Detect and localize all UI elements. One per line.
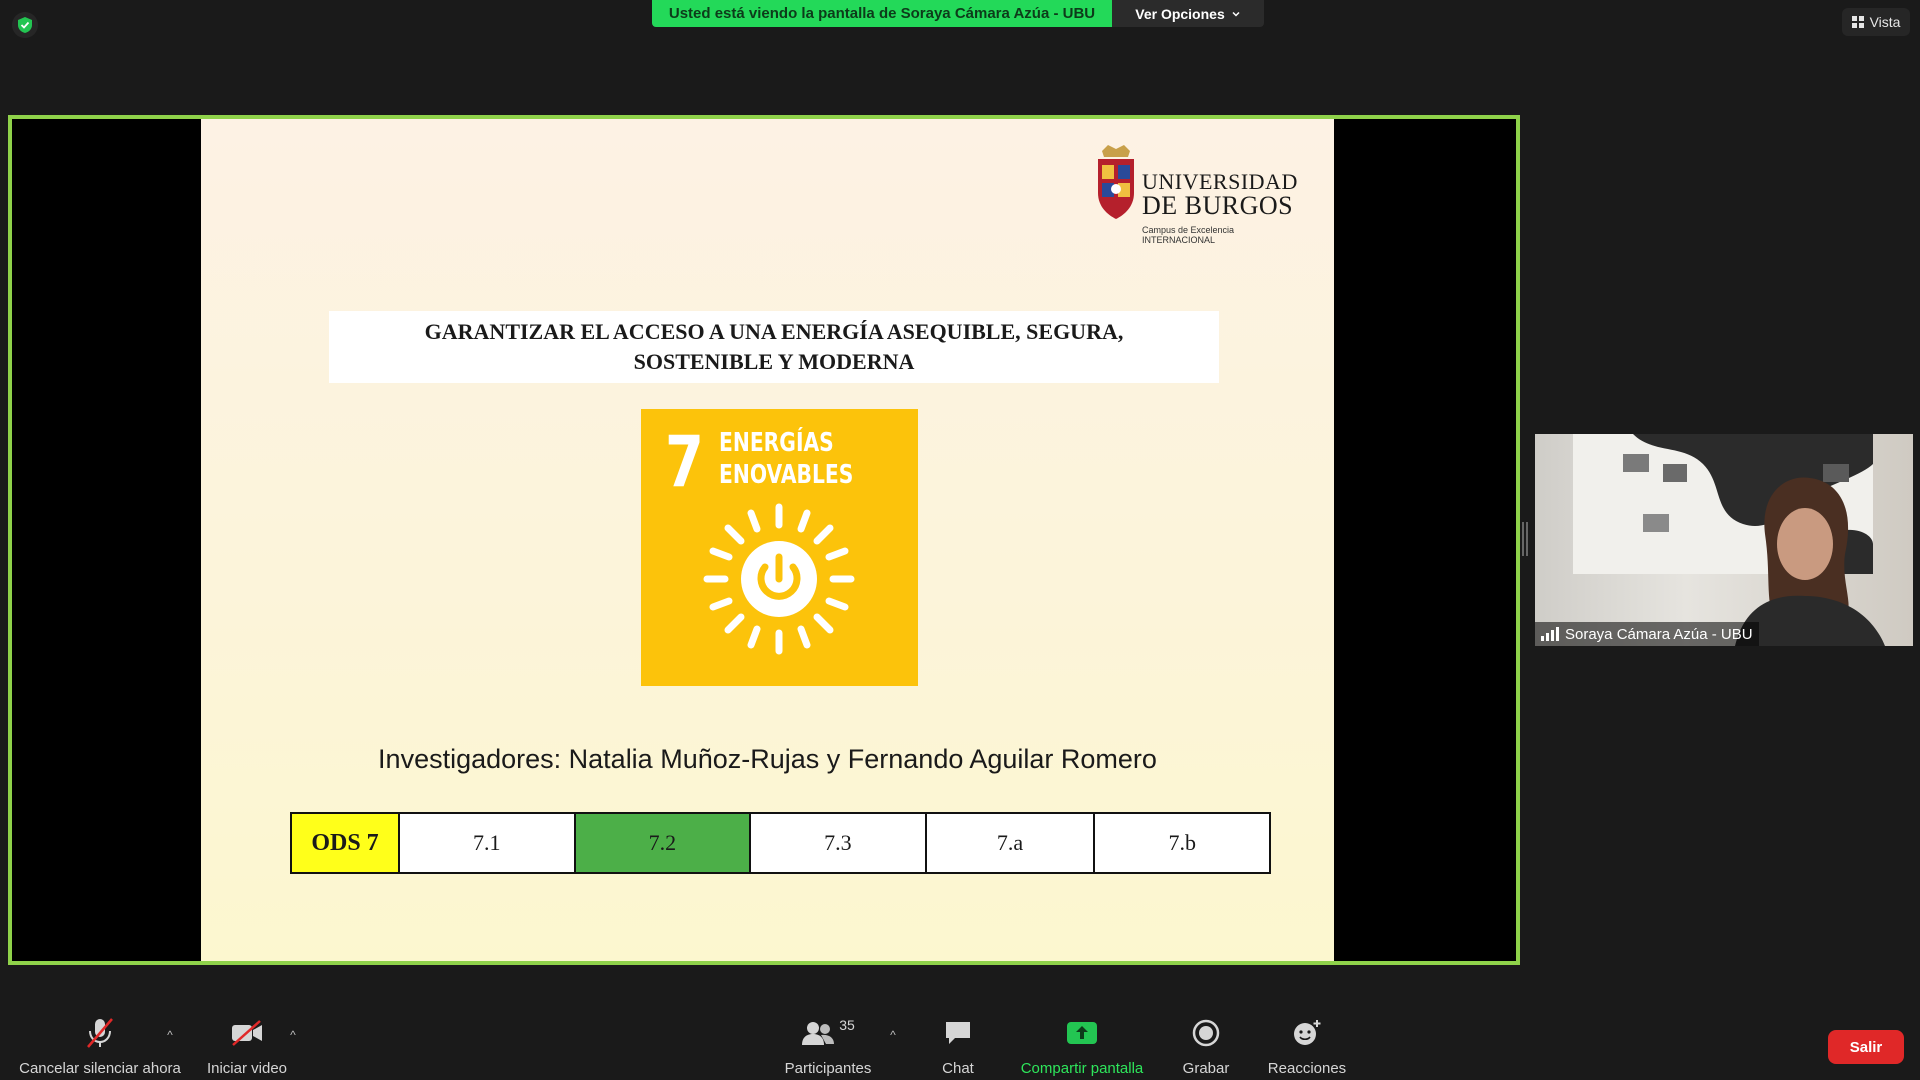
sun-power-icon bbox=[703, 503, 855, 655]
reactions-button[interactable]: Reacciones bbox=[1264, 1017, 1350, 1077]
audio-options-caret[interactable]: ^ bbox=[162, 1027, 178, 1043]
reactions-label: Reacciones bbox=[1267, 1060, 1347, 1077]
participants-label: Participantes bbox=[784, 1060, 872, 1077]
participant-name-tag: Soraya Cámara Azúa - UBU bbox=[1535, 622, 1759, 646]
ods-targets-table: ODS 7 7.1 7.2 7.3 7.a 7.b bbox=[290, 812, 1271, 874]
shared-screen[interactable]: UNIVERSIDAD DE BURGOS Campus de Excelenc… bbox=[8, 115, 1520, 965]
record-label: Grabar bbox=[1182, 1060, 1230, 1077]
grid-icon bbox=[1851, 16, 1864, 28]
top-bar: Usted está viendo la pantalla de Soraya … bbox=[0, 0, 1920, 60]
logo-subtitle: Campus de Excelencia INTERNACIONAL bbox=[1142, 225, 1235, 245]
share-screen-icon bbox=[1067, 1022, 1097, 1044]
share-screen-label: Compartir pantalla bbox=[1020, 1060, 1144, 1077]
view-layout-label: Vista bbox=[1869, 14, 1901, 30]
slide-title-line2: SOSTENIBLE Y MODERNA bbox=[633, 349, 915, 374]
slide-title-line1: GARANTIZAR EL ACCESO A UNA ENERGÍA ASEQU… bbox=[424, 319, 1124, 344]
sdg-name: ENERGÍAS ENOVABLES bbox=[719, 427, 853, 491]
participant-person bbox=[1735, 477, 1885, 646]
view-layout-button[interactable]: Vista bbox=[1842, 8, 1910, 36]
participants-options-caret[interactable]: ^ bbox=[885, 1027, 901, 1043]
record-icon bbox=[1192, 1019, 1220, 1047]
participants-count: 35 bbox=[839, 1017, 855, 1033]
view-options-button[interactable]: Ver Opciones bbox=[1112, 0, 1264, 27]
slide-title: GARANTIZAR EL ACCESO A UNA ENERGÍA ASEQU… bbox=[329, 311, 1219, 383]
sdg-name-line2: ENOVABLES bbox=[719, 460, 854, 490]
panel-resize-handle[interactable] bbox=[1522, 522, 1528, 556]
connection-signal-icon bbox=[1541, 627, 1559, 641]
target-cell: 7.a bbox=[924, 812, 1096, 874]
microphone-muted-icon bbox=[87, 1018, 113, 1048]
target-cell: 7.1 bbox=[398, 812, 576, 874]
record-button[interactable]: Grabar bbox=[1176, 1017, 1236, 1077]
participants-icon bbox=[802, 1022, 835, 1045]
sdg-number: 7 bbox=[665, 421, 704, 503]
video-options-caret[interactable]: ^ bbox=[285, 1027, 301, 1043]
video-camera-off-icon bbox=[232, 1020, 262, 1046]
logo-text-line2: DE BURGOS bbox=[1142, 191, 1294, 220]
start-video-button[interactable]: Iniciar video bbox=[200, 1017, 294, 1077]
emoji-reaction-icon bbox=[1294, 1020, 1321, 1045]
sdg-name-line1: ENERGÍAS bbox=[719, 428, 834, 458]
participants-button[interactable]: 35 Participantes bbox=[778, 1017, 878, 1077]
sdg-7-tile: 7 ENERGÍAS ENOVABLES bbox=[641, 409, 918, 686]
chat-label: Chat bbox=[942, 1060, 974, 1077]
table-row: ODS 7 7.1 7.2 7.3 7.a 7.b bbox=[290, 812, 1271, 874]
target-cell-active: 7.2 bbox=[573, 812, 752, 874]
university-crest-icon bbox=[1098, 145, 1134, 219]
university-logo: UNIVERSIDAD DE BURGOS Campus de Excelenc… bbox=[1094, 143, 1304, 245]
screen-share-banner: Usted está viendo la pantalla de Soraya … bbox=[652, 0, 1112, 27]
participant-video[interactable]: Soraya Cámara Azúa - UBU bbox=[1535, 434, 1913, 646]
participant-name: Soraya Cámara Azúa - UBU bbox=[1565, 625, 1753, 643]
target-cell: 7.b bbox=[1093, 812, 1271, 874]
start-video-label: Iniciar video bbox=[206, 1060, 288, 1077]
researchers-text: Investigadores: Natalia Muñoz-Rujas y Fe… bbox=[378, 744, 1157, 774]
ods-label-cell: ODS 7 bbox=[290, 812, 400, 874]
security-shield-icon[interactable] bbox=[12, 12, 38, 38]
mute-label: Cancelar silenciar ahora bbox=[19, 1060, 181, 1077]
share-screen-button[interactable]: Compartir pantalla bbox=[1014, 1017, 1150, 1077]
meeting-toolbar: Cancelar silenciar ahora ^ Iniciar video… bbox=[0, 1005, 1920, 1080]
presentation-slide: UNIVERSIDAD DE BURGOS Campus de Excelenc… bbox=[201, 119, 1334, 961]
mute-button[interactable]: Cancelar silenciar ahora bbox=[10, 1017, 190, 1077]
view-options-label: Ver Opciones bbox=[1135, 5, 1225, 22]
chevron-down-icon bbox=[1232, 11, 1240, 17]
target-cell: 7.3 bbox=[749, 812, 927, 874]
leave-meeting-button[interactable]: Salir bbox=[1828, 1030, 1904, 1064]
chat-button[interactable]: Chat bbox=[930, 1017, 986, 1077]
chat-bubble-icon bbox=[946, 1022, 970, 1044]
